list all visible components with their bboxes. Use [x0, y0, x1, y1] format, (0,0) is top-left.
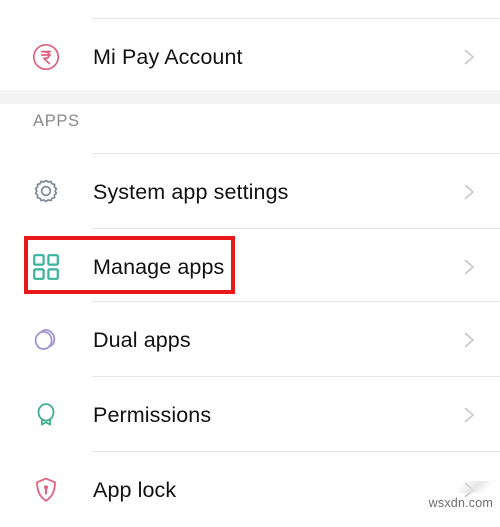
- chevron-right-icon: [458, 46, 480, 68]
- watermark-streak: [456, 481, 498, 493]
- chevron-right-icon: [458, 181, 480, 203]
- divider-top: [92, 18, 500, 19]
- list-item-label: App lock: [93, 477, 177, 502]
- list-item-dual-apps[interactable]: Dual apps: [0, 303, 500, 377]
- divider-above-dual-apps: [92, 301, 500, 302]
- settings-apps-screen: Mi Pay Account APPS System app settings: [0, 0, 500, 527]
- divider-above-manage-apps: [92, 228, 500, 229]
- list-item-permissions[interactable]: Permissions: [0, 378, 500, 452]
- divider-above-app-lock: [92, 451, 500, 452]
- chevron-right-icon: [458, 256, 480, 278]
- section-header-apps: APPS: [0, 104, 500, 144]
- section-separator-band: [0, 90, 500, 104]
- shield-lock-icon: [29, 473, 63, 507]
- dual-circles-icon: [29, 323, 63, 357]
- list-item-label: Permissions: [93, 402, 212, 427]
- list-item-app-lock[interactable]: App lock: [0, 453, 500, 527]
- list-item-mi-pay-account[interactable]: Mi Pay Account: [0, 20, 500, 94]
- list-item-label: Dual apps: [93, 327, 191, 352]
- list-item-label: Mi Pay Account: [93, 44, 243, 69]
- chevron-right-icon: [458, 404, 480, 426]
- rupee-circle-icon: [29, 40, 63, 74]
- divider-above-permissions: [92, 376, 500, 377]
- list-item-label: System app settings: [93, 179, 289, 204]
- list-item-system-app-settings[interactable]: System app settings: [0, 155, 500, 229]
- list-item-manage-apps[interactable]: Manage apps: [0, 230, 500, 304]
- watermark-text: wsxdn.com: [428, 496, 493, 510]
- gear-icon: [29, 175, 63, 209]
- section-header-label: APPS: [33, 112, 80, 130]
- grid-apps-icon: [29, 250, 63, 284]
- badge-award-icon: [29, 398, 63, 432]
- list-item-label: Manage apps: [93, 254, 225, 279]
- chevron-right-icon: [458, 329, 480, 351]
- divider-above-system-app-settings: [92, 153, 500, 154]
